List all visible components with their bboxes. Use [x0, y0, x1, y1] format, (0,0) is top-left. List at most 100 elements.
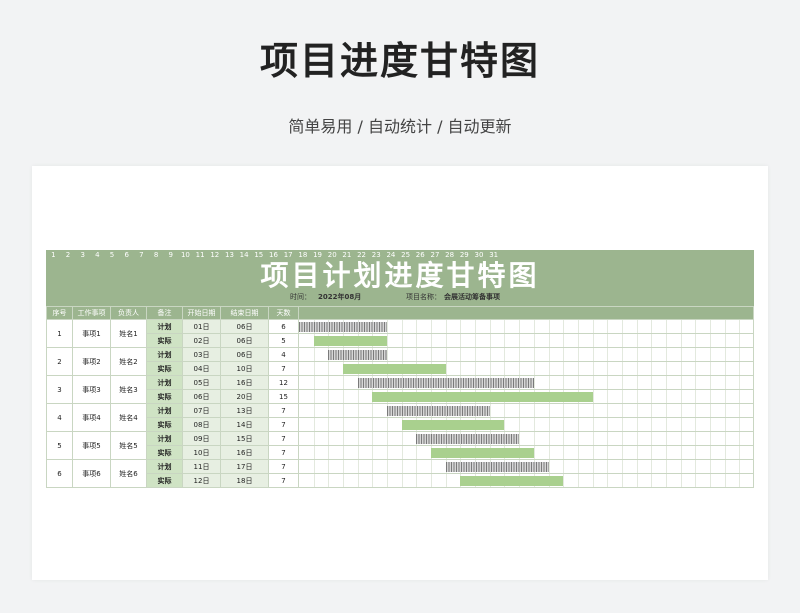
day-gridline: [592, 418, 594, 431]
day-gridline: [724, 362, 726, 375]
end-date-cell[interactable]: 20日: [220, 389, 269, 404]
day-gridline: [621, 474, 623, 487]
day-gridline: [313, 446, 315, 459]
day-gridline: [665, 334, 667, 347]
day-gridline: [533, 432, 535, 445]
start-date-cell[interactable]: 04日: [182, 361, 221, 376]
plan-row: 3 事项3 姓名3 计划 05日 16日 12: [46, 375, 754, 404]
day-gridline: [328, 474, 330, 487]
start-date-cell[interactable]: 08日: [182, 417, 221, 432]
gantt-cell: [298, 445, 754, 460]
day-gridline: [709, 348, 711, 361]
day-gridline: [416, 460, 418, 473]
day-gridline: [519, 320, 521, 333]
plan-row: 6 事项6 姓名6 计划 11日 17日 7: [46, 459, 754, 488]
day-gridline: [621, 348, 623, 361]
note-cell: 实际: [146, 333, 183, 348]
start-date-cell[interactable]: 07日: [182, 403, 221, 418]
day-gridline: [504, 320, 506, 333]
plan-bar: [357, 378, 534, 388]
gantt-cell: [298, 473, 754, 488]
header-cell: 负责人: [110, 306, 147, 320]
day-gridline: [563, 334, 565, 347]
day-gridline: [592, 362, 594, 375]
day-gridline: [636, 432, 638, 445]
day-gridline: [680, 460, 682, 473]
day-gridline: [519, 404, 521, 417]
task-name[interactable]: 事项2: [72, 347, 111, 376]
end-date-cell[interactable]: 06日: [220, 319, 269, 334]
day-gridline: [313, 376, 315, 389]
task-name[interactable]: 事项1: [72, 319, 111, 348]
day-gridline: [695, 390, 697, 403]
day-gridline: [607, 460, 609, 473]
note-cell: 计划: [146, 347, 183, 362]
day-gridline: [695, 320, 697, 333]
task-owner[interactable]: 姓名2: [110, 347, 147, 376]
day-gridline: [607, 376, 609, 389]
start-date-cell[interactable]: 12日: [182, 473, 221, 488]
day-gridline: [636, 474, 638, 487]
start-date-cell[interactable]: 09日: [182, 431, 221, 446]
day-gridline: [607, 334, 609, 347]
day-gridline: [489, 320, 491, 333]
end-date-cell[interactable]: 13日: [220, 403, 269, 418]
end-date-cell[interactable]: 10日: [220, 361, 269, 376]
day-gridline: [636, 334, 638, 347]
day-gridline: [357, 432, 359, 445]
day-gridline: [357, 390, 359, 403]
day-gridline: [592, 460, 594, 473]
end-date-cell[interactable]: 14日: [220, 417, 269, 432]
day-gridline: [592, 376, 594, 389]
header-row: 序号 工作事项 负责人 备注 开始日期 结束日期 天数 1 2 3 4 5 6 7 8 9 10 1…: [46, 251, 754, 320]
day-gridline: [563, 418, 565, 431]
day-gridline: [651, 348, 653, 361]
day-gridline: [709, 390, 711, 403]
day-gridline: [709, 432, 711, 445]
task-name[interactable]: 事项6: [72, 459, 111, 488]
start-date-cell[interactable]: 11日: [182, 459, 221, 474]
end-date-cell[interactable]: 17日: [220, 459, 269, 474]
day-gridline: [489, 348, 491, 361]
start-date-cell[interactable]: 02日: [182, 333, 221, 348]
day-gridline: [328, 362, 330, 375]
day-gridline: [739, 376, 741, 389]
start-date-cell[interactable]: 03日: [182, 347, 221, 362]
end-date-cell[interactable]: 15日: [220, 431, 269, 446]
day-gridline: [651, 432, 653, 445]
day-gridline: [577, 320, 579, 333]
start-date-cell[interactable]: 05日: [182, 375, 221, 390]
task-name[interactable]: 事项3: [72, 375, 111, 404]
day-gridline: [739, 390, 741, 403]
start-date-cell[interactable]: 01日: [182, 319, 221, 334]
day-gridline: [680, 446, 682, 459]
day-gridline: [665, 460, 667, 473]
start-date-cell[interactable]: 06日: [182, 389, 221, 404]
end-date-cell[interactable]: 06日: [220, 347, 269, 362]
day-gridline: [519, 348, 521, 361]
task-owner[interactable]: 姓名6: [110, 459, 147, 488]
task-owner[interactable]: 姓名1: [110, 319, 147, 348]
plan-row: 1 事项1 姓名1 计划 01日 06日 6: [46, 319, 754, 348]
day-gridline: [548, 418, 550, 431]
day-gridline: [592, 348, 594, 361]
start-date-cell[interactable]: 10日: [182, 445, 221, 460]
day-gridline: [739, 432, 741, 445]
day-gridline: [680, 334, 682, 347]
end-date-cell[interactable]: 16日: [220, 375, 269, 390]
task-owner[interactable]: 姓名5: [110, 431, 147, 460]
end-date-cell[interactable]: 18日: [220, 473, 269, 488]
task-owner[interactable]: 姓名4: [110, 403, 147, 432]
task-name[interactable]: 事项5: [72, 431, 111, 460]
day-gridline: [475, 334, 477, 347]
day-gridline: [651, 390, 653, 403]
day-gridline: [577, 348, 579, 361]
day-gridline: [709, 376, 711, 389]
gantt-cell: [298, 361, 754, 376]
day-gridline: [636, 418, 638, 431]
task-owner[interactable]: 姓名3: [110, 375, 147, 404]
task-name[interactable]: 事项4: [72, 403, 111, 432]
day-gridline: [592, 432, 594, 445]
end-date-cell[interactable]: 16日: [220, 445, 269, 460]
end-date-cell[interactable]: 06日: [220, 333, 269, 348]
